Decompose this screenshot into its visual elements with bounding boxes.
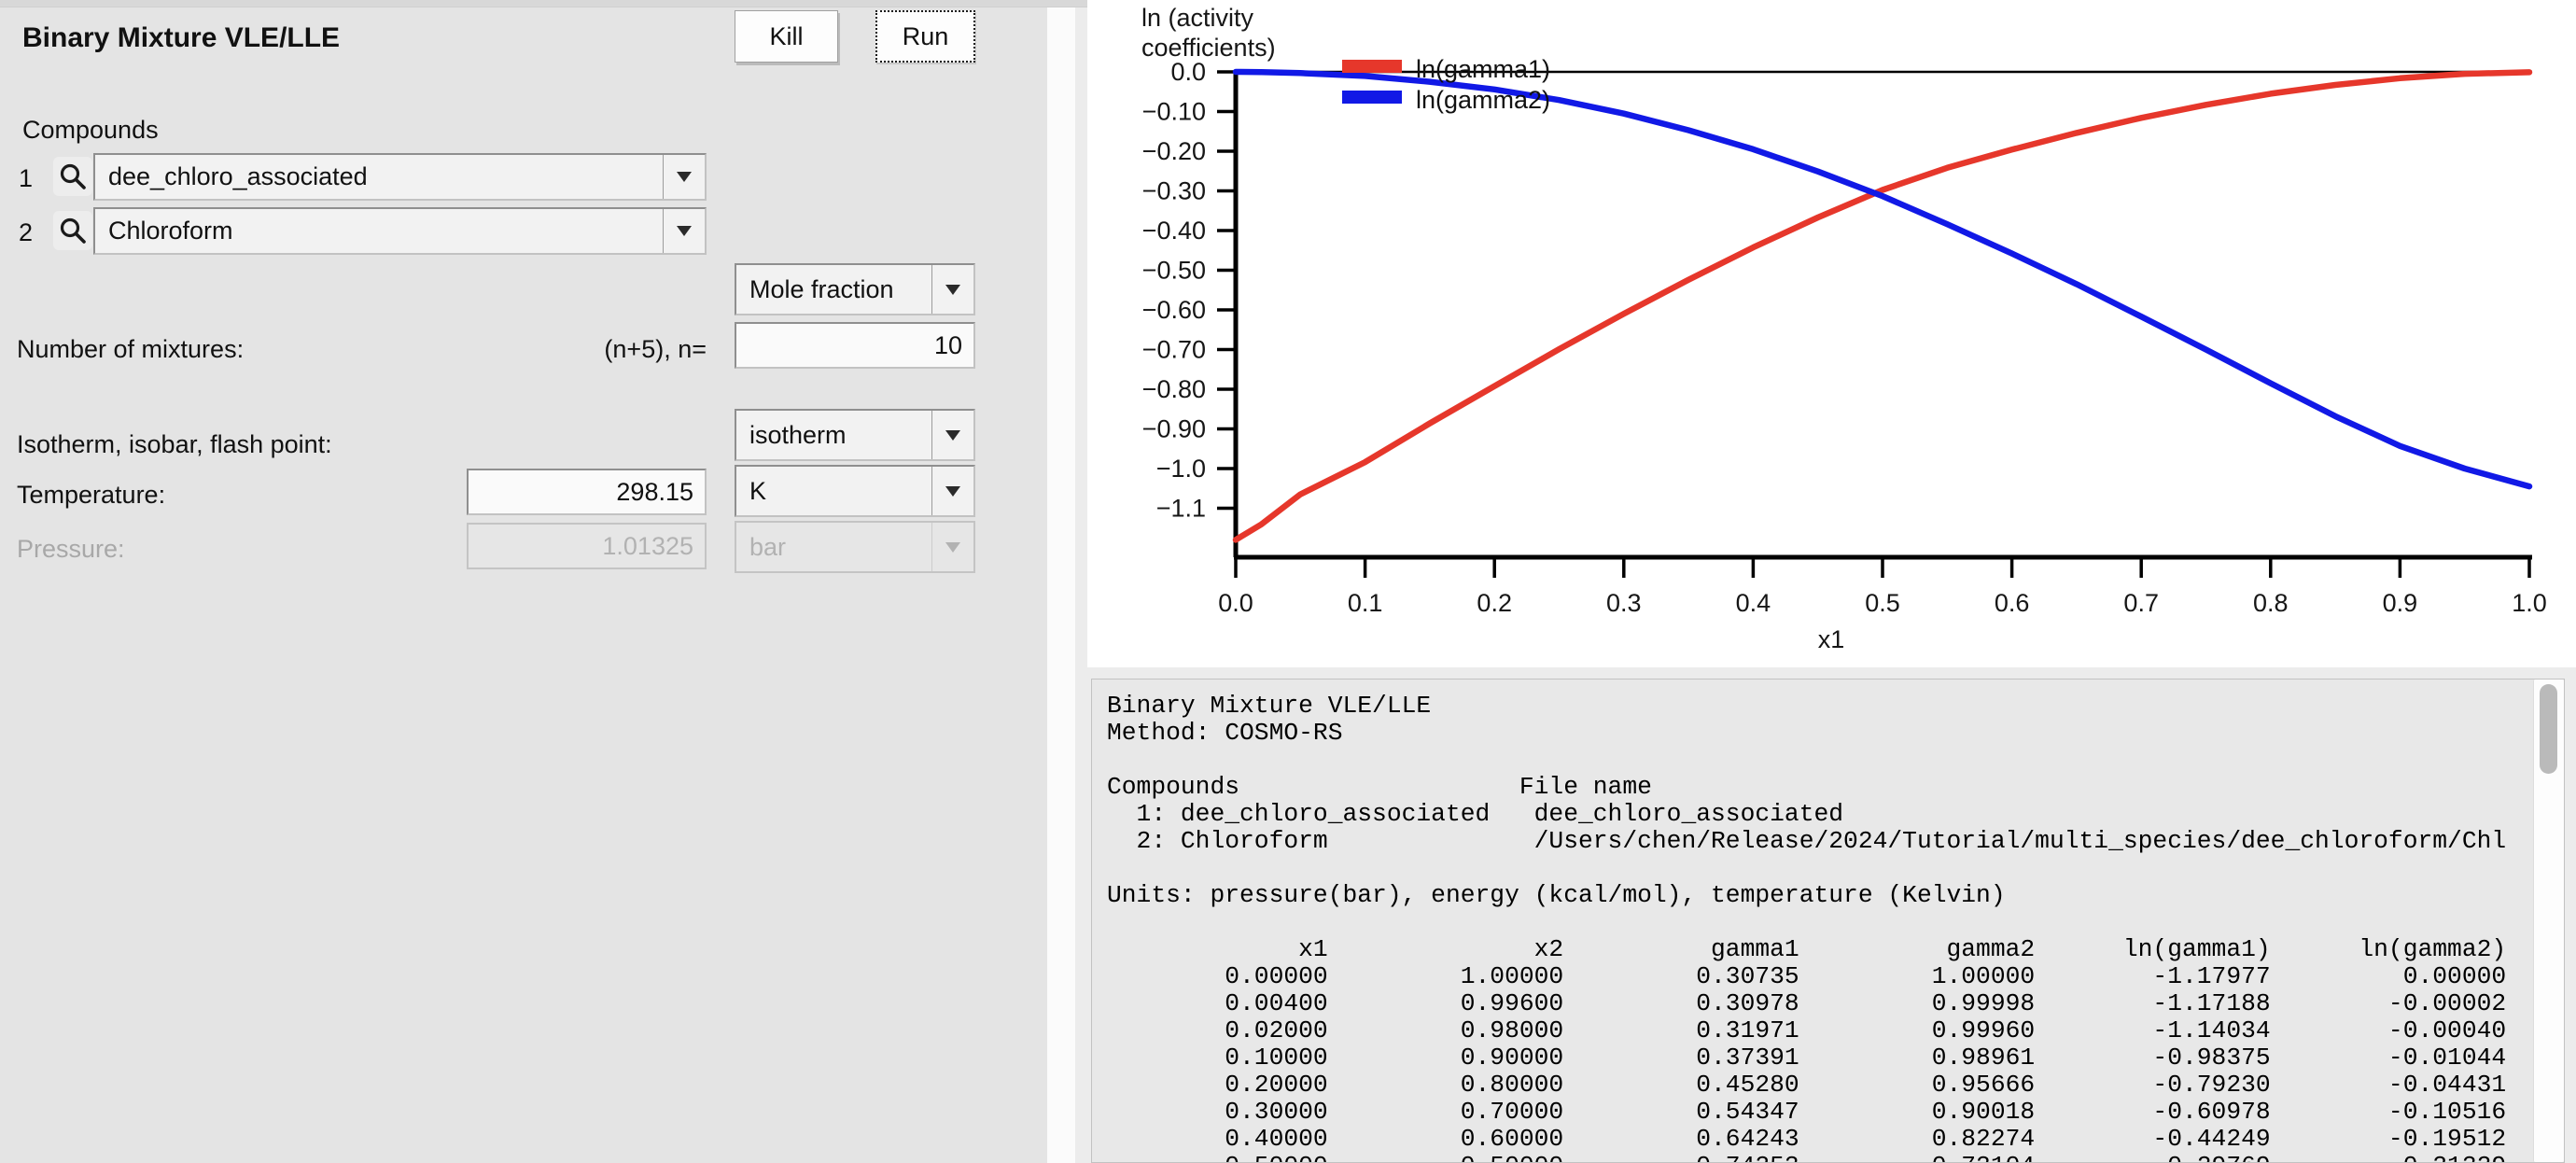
compound-2-index: 2 bbox=[19, 218, 33, 247]
page-title: Binary Mixture VLE/LLE bbox=[22, 22, 340, 54]
svg-text:ln(gamma2): ln(gamma2) bbox=[1416, 86, 1550, 114]
chevron-down-icon[interactable] bbox=[663, 155, 705, 199]
window-top-edge bbox=[0, 0, 1087, 7]
search-icon bbox=[58, 161, 88, 191]
svg-text:−0.70: −0.70 bbox=[1142, 336, 1206, 364]
search-icon bbox=[58, 216, 88, 245]
svg-text:0.7: 0.7 bbox=[2123, 589, 2159, 617]
temperature-unit-value: K bbox=[749, 467, 766, 515]
svg-text:0.2: 0.2 bbox=[1477, 589, 1512, 617]
svg-text:−1.1: −1.1 bbox=[1156, 495, 1206, 523]
pressure-unit-combobox: bar bbox=[735, 521, 975, 573]
svg-text:−0.80: −0.80 bbox=[1142, 375, 1206, 403]
svg-text:−0.50: −0.50 bbox=[1142, 257, 1206, 285]
svg-text:−0.20: −0.20 bbox=[1142, 137, 1206, 165]
compound-1-value: dee_chloro_associated bbox=[108, 155, 368, 199]
compound-2-search-button[interactable] bbox=[53, 211, 92, 250]
compound-1-index: 1 bbox=[19, 164, 33, 193]
mixtures-formula-label: (n+5), n= bbox=[485, 335, 707, 364]
svg-text:−0.40: −0.40 bbox=[1142, 217, 1206, 245]
output-scrollbar-track[interactable] bbox=[2533, 680, 2564, 1162]
output-console-panel: Binary Mixture VLE/LLE Method: COSMO-RS … bbox=[1091, 679, 2565, 1163]
svg-text:−0.90: −0.90 bbox=[1142, 415, 1206, 443]
panel-divider-scrollbar[interactable] bbox=[1047, 0, 1075, 1163]
compounds-section-label: Compounds bbox=[22, 116, 159, 145]
mode-combobox[interactable]: isotherm bbox=[735, 409, 975, 461]
svg-text:−1.0: −1.0 bbox=[1156, 455, 1206, 483]
svg-text:−0.60: −0.60 bbox=[1142, 296, 1206, 324]
svg-text:coefficients): coefficients) bbox=[1141, 34, 1276, 62]
compound-2-value: Chloroform bbox=[108, 209, 233, 253]
run-button[interactable]: Run bbox=[875, 10, 975, 63]
mode-label: Isotherm, isobar, flash point: bbox=[17, 430, 332, 459]
svg-text:x1: x1 bbox=[1818, 625, 1845, 653]
compound-2-combobox[interactable]: Chloroform bbox=[93, 207, 707, 255]
svg-text:0.1: 0.1 bbox=[1348, 589, 1383, 617]
chevron-down-icon[interactable] bbox=[931, 467, 973, 515]
activity-coefficient-chart-panel: 0.0 −0.10 −0.20 −0.30 −0.40 −0.50 −0.60 −0.70 −0… bbox=[1087, 0, 2576, 667]
compound-1-search-button[interactable] bbox=[53, 157, 92, 196]
pressure-input bbox=[467, 523, 707, 569]
svg-text:0.8: 0.8 bbox=[2253, 589, 2289, 617]
kill-button[interactable]: Kill bbox=[735, 10, 838, 63]
svg-text:ln(gamma1): ln(gamma1) bbox=[1416, 55, 1550, 83]
mixtures-label: Number of mixtures: bbox=[17, 335, 244, 364]
svg-text:0.4: 0.4 bbox=[1736, 589, 1771, 617]
svg-text:0.0: 0.0 bbox=[1170, 58, 1206, 86]
composition-basis-combobox[interactable]: Mole fraction bbox=[735, 263, 975, 315]
mixtures-count-input[interactable] bbox=[735, 322, 975, 369]
svg-text:−0.30: −0.30 bbox=[1142, 177, 1206, 205]
chevron-down-icon[interactable] bbox=[663, 209, 705, 253]
svg-text:0.0: 0.0 bbox=[1218, 589, 1253, 617]
app-window: Binary Mixture VLE/LLE Kill Run Compound… bbox=[0, 0, 2576, 1163]
chevron-down-icon[interactable] bbox=[931, 265, 973, 314]
output-scrollbar-thumb[interactable] bbox=[2540, 684, 2557, 774]
temperature-input[interactable] bbox=[467, 469, 707, 515]
composition-basis-value: Mole fraction bbox=[749, 265, 894, 314]
output-text: Binary Mixture VLE/LLE Method: COSMO-RS … bbox=[1107, 693, 2507, 1163]
chevron-down-icon[interactable] bbox=[931, 411, 973, 459]
svg-text:−0.10: −0.10 bbox=[1142, 98, 1206, 126]
chevron-down-icon bbox=[931, 523, 973, 571]
temperature-unit-combobox[interactable]: K bbox=[735, 465, 975, 517]
svg-text:ln (activity: ln (activity bbox=[1141, 4, 1254, 32]
settings-panel: Binary Mixture VLE/LLE Kill Run Compound… bbox=[0, 0, 1047, 1163]
pressure-label: Pressure: bbox=[17, 535, 125, 564]
svg-text:0.5: 0.5 bbox=[1865, 589, 1900, 617]
svg-text:1.0: 1.0 bbox=[2512, 589, 2547, 617]
svg-text:0.3: 0.3 bbox=[1606, 589, 1642, 617]
svg-text:0.9: 0.9 bbox=[2383, 589, 2418, 617]
pressure-unit-value: bar bbox=[749, 523, 786, 571]
mode-value: isotherm bbox=[749, 411, 847, 459]
temperature-label: Temperature: bbox=[17, 481, 165, 510]
compound-1-combobox[interactable]: dee_chloro_associated bbox=[93, 153, 707, 201]
svg-text:0.6: 0.6 bbox=[1995, 589, 2030, 617]
activity-coefficient-chart: 0.0 −0.10 −0.20 −0.30 −0.40 −0.50 −0.60 −0.70 −0… bbox=[1087, 0, 2576, 667]
